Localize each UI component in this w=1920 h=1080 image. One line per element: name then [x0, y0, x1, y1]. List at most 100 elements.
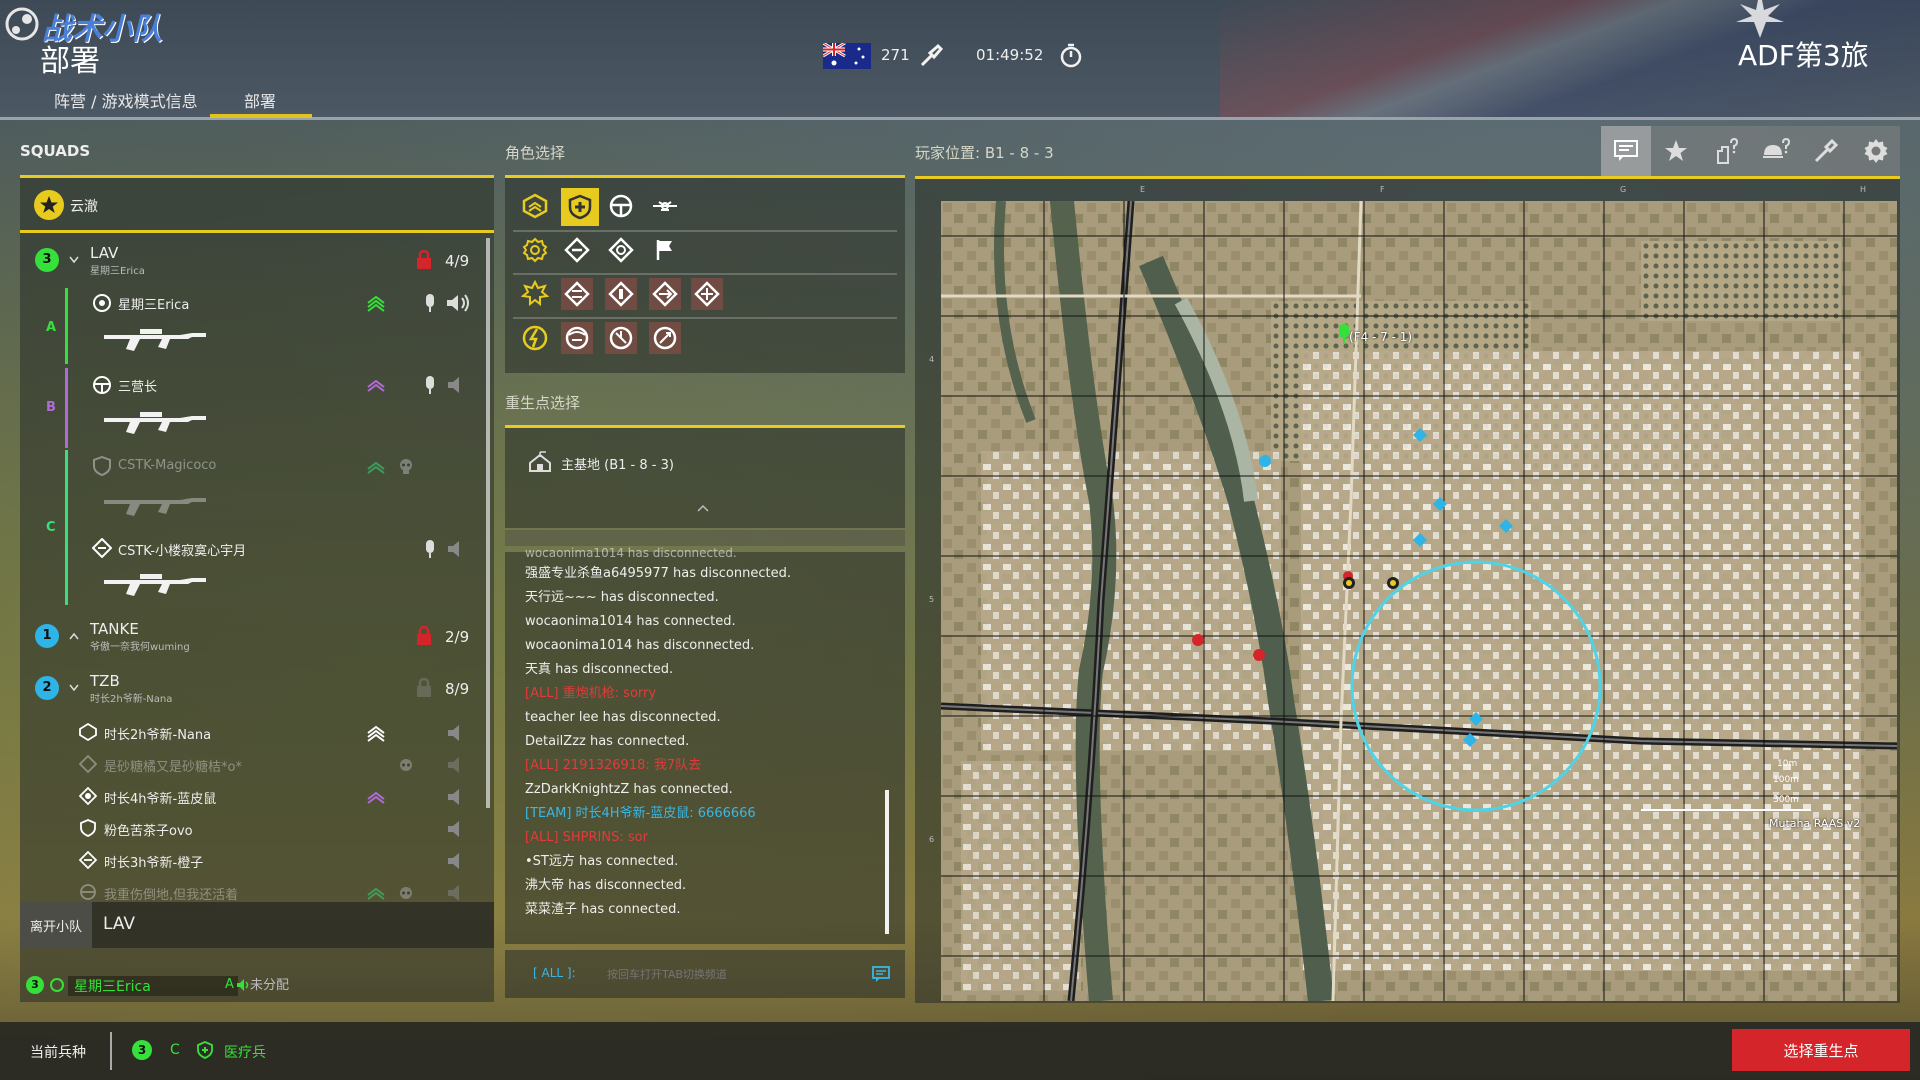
speaker-icon[interactable] — [444, 292, 472, 314]
friendly-marker-icon[interactable] — [1257, 453, 1273, 469]
role-lat-icon[interactable] — [649, 278, 681, 310]
squad-row-tanke[interactable]: 1 TANKE 爷傲一奈我何wuming 2/9 — [20, 616, 494, 656]
chevron-down-icon[interactable] — [68, 254, 80, 266]
speaker-muted-icon[interactable] — [444, 374, 464, 396]
chevron-up-icon[interactable] — [68, 630, 80, 642]
chat-scrollbar[interactable] — [885, 790, 889, 934]
member-name: 我重伤倒地,但我还活着 — [104, 888, 239, 903]
chat-log: wocaonima1014 has disconnected. 强盛专业杀鱼a6… — [505, 546, 905, 944]
chat-send-icon[interactable] — [871, 964, 891, 984]
microphone-icon[interactable] — [423, 292, 437, 314]
spawn-select-panel: 主基地 (B1 - 8 - 3) — [505, 425, 905, 528]
chevron-down-icon[interactable] — [68, 682, 80, 694]
star-icon[interactable] — [1651, 126, 1701, 176]
chat-icon[interactable] — [1601, 126, 1651, 179]
member-row[interactable]: 是砂糖橘又是砂糖桔*o* — [20, 750, 494, 780]
self-name: 星期三Erica — [68, 976, 238, 996]
chat-channel[interactable]: [ ALL ]: — [533, 966, 576, 980]
page-title: 部署 — [40, 44, 100, 79]
squad-leader: 时长2h爷新-Nana — [90, 694, 173, 705]
squad-row-lav[interactable]: 3 LAV 星期三Erica 4/9 — [20, 240, 494, 280]
microphone-icon[interactable] — [423, 538, 437, 560]
lock-icon[interactable] — [415, 250, 433, 270]
match-timer: 01:49:52 — [976, 46, 1044, 64]
role-crewman-icon[interactable] — [605, 190, 637, 222]
chat-input-bar: [ ALL ]: — [505, 950, 905, 998]
speaker-muted-icon[interactable] — [444, 723, 464, 743]
member-row[interactable]: 时长4h爷新-蓝皮鼠 — [20, 782, 494, 812]
role-automatic-rifleman-icon[interactable] — [561, 278, 593, 310]
grenadier-diamond-icon — [78, 786, 98, 806]
wrench-icon[interactable] — [1801, 126, 1851, 176]
chat-lines: 强盛专业杀鱼a6495977 has disconnected. 天行远~~~ … — [525, 562, 885, 922]
select-spawn-button[interactable]: 选择重生点 — [1732, 1029, 1910, 1071]
chevron-up-icon[interactable] — [695, 502, 711, 514]
friendly-marker-icon[interactable] — [1497, 517, 1515, 535]
speaker-muted-icon[interactable] — [444, 883, 464, 903]
member-row[interactable]: 粉色苦茶子ovo — [20, 814, 494, 844]
member-name: 粉色苦茶子ovo — [104, 824, 193, 839]
role-pilot-icon[interactable] — [649, 190, 681, 222]
member-row[interactable]: 三营长 — [20, 368, 494, 448]
member-row[interactable]: CSTK-Magicoco — [20, 448, 494, 528]
map-col-label: H — [1860, 185, 1867, 194]
role-grenadier-icon[interactable] — [605, 234, 637, 266]
tactical-map[interactable]: (F4 - 7 - 1) 10m 100m 300m Mutaha RAAS v… — [941, 201, 1897, 1001]
role-squad-leader-icon[interactable] — [519, 190, 551, 222]
tab-faction-info[interactable]: 阵营 / 游戏模式信息 — [54, 88, 198, 116]
request-icon[interactable] — [1701, 126, 1751, 176]
unassigned-label: 未分配 — [250, 978, 290, 993]
enemy-marker-icon[interactable] — [1189, 631, 1207, 649]
objective-marker-icon[interactable] — [1385, 575, 1401, 591]
speaker-muted-icon[interactable] — [444, 538, 464, 560]
role-combat-engineer-icon[interactable] — [519, 322, 551, 354]
role-officer-burst-icon[interactable] — [519, 278, 551, 310]
role-rifleman-icon[interactable] — [561, 234, 593, 266]
unlock-icon[interactable] — [415, 678, 433, 698]
speaker-muted-icon[interactable] — [444, 819, 464, 839]
tab-deploy[interactable]: 部署 — [210, 88, 312, 118]
main-base-icon — [527, 450, 553, 474]
commander-row[interactable]: 云澈 — [20, 178, 494, 233]
scale-bar — [1641, 809, 1811, 811]
friendly-marker-icon[interactable] — [1411, 426, 1429, 444]
member-row[interactable]: 星期三Erica — [20, 288, 494, 368]
microphone-icon[interactable] — [423, 374, 437, 396]
squad-row-tzb[interactable]: 2 TZB 时长2h爷新-Nana 8/9 — [20, 668, 494, 708]
member-row[interactable]: CSTK-小楼寂寞心宇月 — [20, 528, 494, 608]
friendly-marker-icon[interactable] — [1466, 709, 1486, 729]
member-name: 时长3h爷新-橙子 — [104, 856, 204, 871]
lock-icon[interactable] — [415, 626, 433, 646]
rank-chevron-icon — [365, 374, 387, 396]
friendly-marker-icon[interactable] — [1461, 731, 1479, 749]
chat-line: 菜菜渣子 has connected. — [525, 902, 681, 917]
chat-input[interactable] — [605, 962, 859, 986]
spawn-point-main-base[interactable]: 主基地 (B1 - 8 - 3) — [505, 448, 905, 478]
speaker-muted-icon[interactable] — [444, 787, 464, 807]
leave-squad-button[interactable]: 离开小队 — [20, 902, 92, 948]
speaker-muted-icon[interactable] — [444, 755, 464, 775]
role-officer-gear-icon[interactable] — [519, 234, 551, 266]
role-medic-icon[interactable] — [561, 188, 599, 226]
objective-marker-icon[interactable] — [1341, 575, 1357, 591]
squad-number-badge: 2 — [35, 676, 59, 700]
skull-icon — [397, 756, 415, 776]
role-sapper-icon[interactable] — [605, 322, 637, 354]
role-scout-icon[interactable] — [561, 322, 593, 354]
role-raider-icon[interactable] — [649, 322, 681, 354]
member-row[interactable]: 时长3h爷新-橙子 — [20, 846, 494, 876]
role-hat-icon[interactable] — [691, 278, 723, 310]
friendly-marker-icon[interactable] — [1411, 531, 1429, 549]
friendly-marker-icon[interactable] — [1431, 495, 1449, 513]
role-flag-icon[interactable] — [649, 234, 681, 266]
rank-chevron-icon — [365, 722, 387, 744]
member-row[interactable]: 时长2h爷新-Nana — [20, 718, 494, 748]
chat-line-all: [ALL] 重炮机枪: sorry — [525, 686, 657, 701]
squads-scrollbar[interactable] — [486, 238, 490, 808]
speaker-muted-icon[interactable] — [444, 851, 464, 871]
settings-icon[interactable] — [1851, 126, 1900, 176]
enemy-marker-icon[interactable] — [1251, 647, 1267, 663]
top-header: 战术小队 部署 阵营 / 游戏模式信息 部署 271 01:49:52 ADF第… — [0, 0, 1920, 120]
helmet-request-icon[interactable] — [1751, 126, 1801, 176]
role-marksman-icon[interactable] — [605, 278, 637, 310]
